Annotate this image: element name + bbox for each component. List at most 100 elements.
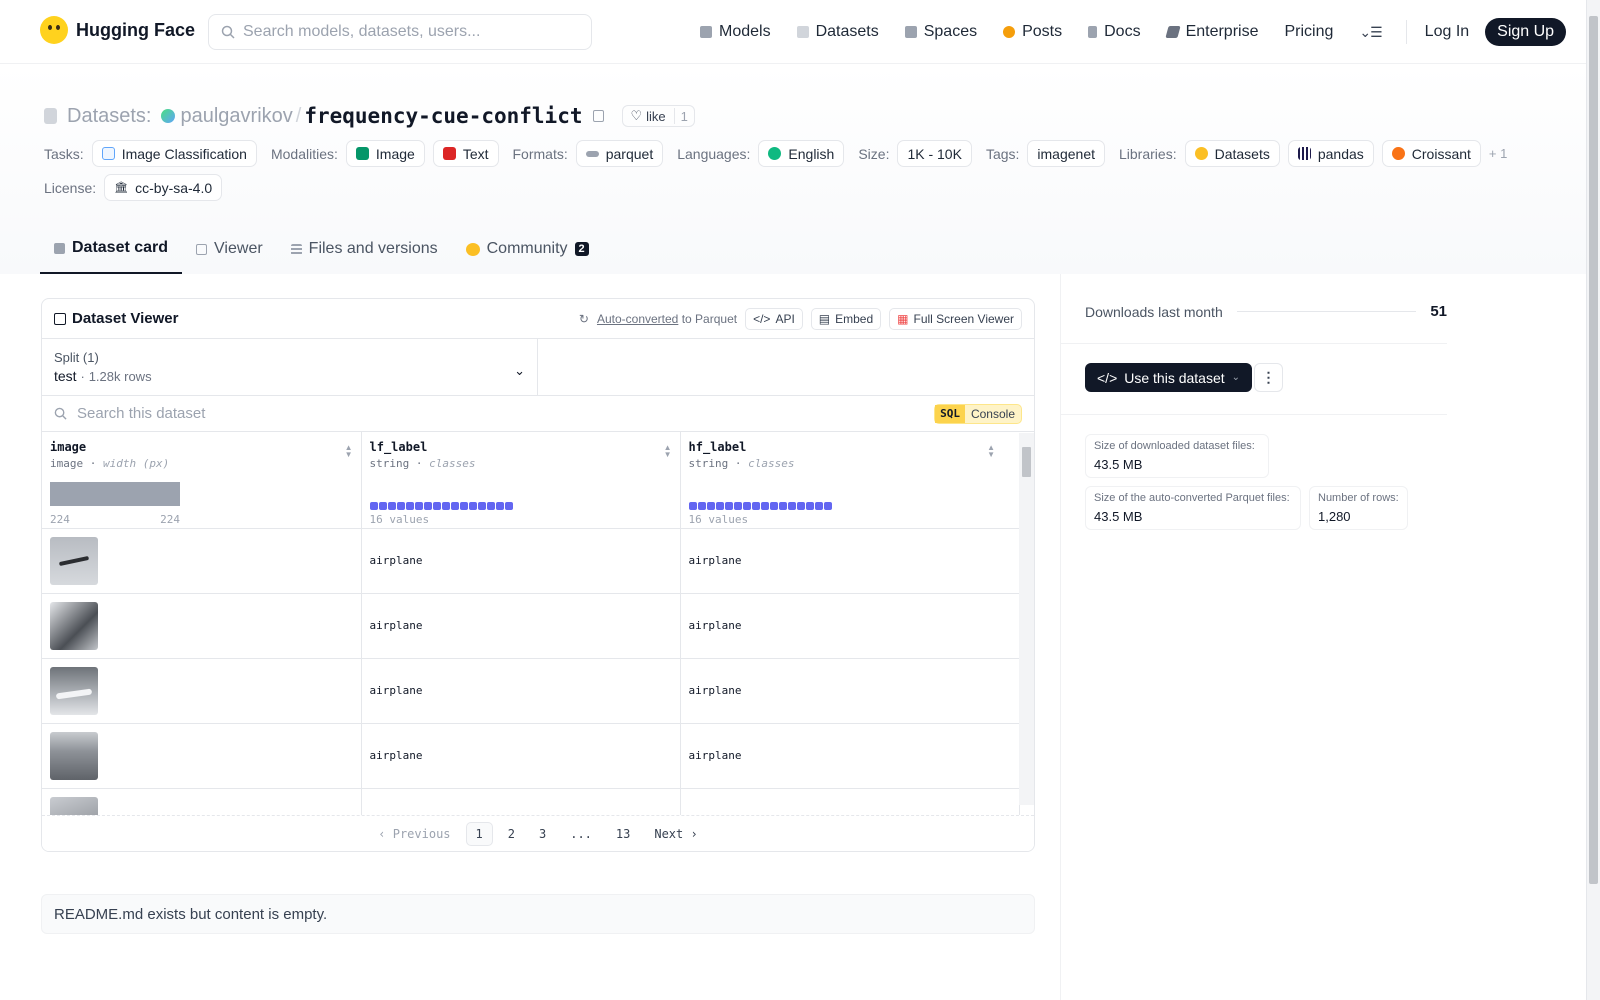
class-bar[interactable] <box>823 502 832 510</box>
table-row[interactable]: airplane airplane <box>42 723 1020 789</box>
page-13-button[interactable]: 13 <box>607 823 639 845</box>
previous-page-button[interactable]: ‹ Previous <box>369 823 459 845</box>
table-scrollbar[interactable] <box>1019 433 1034 805</box>
license-chip[interactable]: 🏛 cc-by-sa-4.0 <box>104 174 223 201</box>
libraries-more[interactable]: + 1 <box>1489 146 1507 161</box>
fullscreen-viewer-button[interactable]: ▦ Full Screen Viewer <box>889 307 1022 330</box>
sort-icon[interactable]: ▲ ▼ <box>664 444 672 459</box>
class-bar[interactable] <box>742 502 751 510</box>
class-bar[interactable] <box>396 502 405 510</box>
user-avatar[interactable] <box>161 109 176 123</box>
class-bar[interactable] <box>369 502 378 510</box>
global-search-input[interactable] <box>243 23 563 41</box>
modality-chip-image[interactable]: Image <box>345 140 425 167</box>
tab-dataset-card[interactable]: Dataset card <box>40 224 183 274</box>
class-bar[interactable] <box>414 502 423 510</box>
tab-community[interactable]: Community 2 <box>452 224 603 274</box>
format-chip[interactable]: parquet <box>575 140 664 167</box>
image-thumbnail[interactable] <box>50 731 98 780</box>
class-bar[interactable] <box>733 502 742 510</box>
next-page-button[interactable]: Next › <box>645 823 706 845</box>
tab-viewer[interactable]: Viewer <box>182 224 277 274</box>
table-row[interactable]: airplane airplane <box>42 528 1020 594</box>
sql-console-button[interactable]: SQL Console <box>934 403 1022 424</box>
class-bar[interactable] <box>706 502 715 510</box>
table-row[interactable]: airplane airplane <box>42 593 1020 659</box>
page-2-button[interactable]: 2 <box>499 823 524 845</box>
class-bar[interactable] <box>769 502 778 510</box>
nav-enterprise[interactable]: Enterprise <box>1164 23 1258 41</box>
global-search[interactable] <box>208 14 592 50</box>
class-bar[interactable] <box>715 502 724 510</box>
dataset-search[interactable]: Search this dataset SQL Console <box>42 396 1034 432</box>
class-bar[interactable] <box>760 502 769 510</box>
class-bar[interactable] <box>751 502 760 510</box>
class-bar[interactable] <box>486 502 495 510</box>
class-bar[interactable] <box>805 502 814 510</box>
owner-link[interactable]: paulgavrikov <box>180 105 292 128</box>
page-1-button[interactable]: 1 <box>465 821 493 846</box>
class-bar[interactable] <box>468 502 477 510</box>
class-bar[interactable] <box>387 502 396 510</box>
tab-files[interactable]: Files and versions <box>277 224 452 274</box>
table-row[interactable]: airplane airplane <box>42 658 1020 724</box>
sort-icon[interactable]: ▲ ▼ <box>345 444 353 459</box>
scrollbar-thumb[interactable] <box>1022 447 1031 477</box>
page-scrollbar-thumb[interactable] <box>1589 16 1598 884</box>
class-bar[interactable] <box>814 502 823 510</box>
class-bar[interactable] <box>688 502 697 510</box>
column-header-hf-label[interactable]: hf_label string · classes ▲ ▼ 16 values <box>680 432 1019 529</box>
use-this-dataset-button[interactable]: </> Use this dataset ⌄ <box>1085 363 1253 392</box>
image-thumbnail[interactable] <box>50 536 98 585</box>
task-chip[interactable]: Image Classification <box>91 140 257 167</box>
class-bar[interactable] <box>787 502 796 510</box>
size-chip[interactable]: 1K - 10K <box>897 140 972 167</box>
more-options-icon[interactable]: ⋮ <box>1254 363 1283 392</box>
copy-icon[interactable] <box>592 110 604 122</box>
image-thumbnail[interactable] <box>50 601 98 650</box>
dataset-search-placeholder[interactable]: Search this dataset <box>77 405 205 422</box>
class-bar[interactable] <box>441 502 450 510</box>
nav-docs[interactable]: Docs <box>1088 23 1141 41</box>
signup-button[interactable]: Sign Up <box>1485 18 1567 46</box>
class-bar[interactable] <box>423 502 432 510</box>
class-bar[interactable] <box>405 502 414 510</box>
library-chip-croissant[interactable]: Croissant <box>1381 140 1481 167</box>
class-bar[interactable] <box>459 502 468 510</box>
embed-button[interactable]: ▤ Embed <box>810 307 882 330</box>
class-bar[interactable] <box>778 502 787 510</box>
nav-datasets[interactable]: Datasets <box>796 23 879 41</box>
class-bar[interactable] <box>450 502 459 510</box>
auto-converted-link[interactable]: Auto-converted <box>597 312 678 326</box>
nav-posts[interactable]: Posts <box>1003 23 1062 41</box>
more-menu-icon[interactable]: ⌄☰ <box>1359 24 1382 41</box>
class-bar[interactable] <box>378 502 387 510</box>
library-chip-datasets[interactable]: Datasets <box>1184 140 1280 167</box>
class-bar[interactable] <box>504 502 513 510</box>
image-thumbnail[interactable] <box>50 666 98 715</box>
class-bar[interactable] <box>724 502 733 510</box>
class-bar[interactable] <box>697 502 706 510</box>
class-bar[interactable] <box>477 502 486 510</box>
nav-models[interactable]: Models <box>700 23 771 41</box>
column-header-lf-label[interactable]: lf_label string · classes ▲ ▼ 16 values <box>361 432 681 529</box>
language-chip[interactable]: English <box>758 140 845 167</box>
class-bar[interactable] <box>432 502 441 510</box>
tag-chip[interactable]: imagenet <box>1027 140 1105 167</box>
login-link[interactable]: Log In <box>1425 23 1469 41</box>
page-scrollbar[interactable] <box>1586 0 1600 1000</box>
column-header-image[interactable]: image image · width (px) ▲ ▼ 224 224 <box>42 432 362 529</box>
api-button[interactable]: </> API <box>745 307 803 330</box>
split-selector[interactable]: Split (1) test · 1.28k rows ⌄ <box>42 339 538 395</box>
class-bar[interactable] <box>796 502 805 510</box>
sort-icon[interactable]: ▲ ▼ <box>987 444 995 459</box>
like-button[interactable]: ♡ like 1 <box>621 105 695 127</box>
library-chip-pandas[interactable]: pandas <box>1287 140 1374 167</box>
brand-logo[interactable]: Hugging Face <box>40 16 195 44</box>
nav-pricing[interactable]: Pricing <box>1284 23 1333 41</box>
nav-spaces[interactable]: Spaces <box>904 23 977 41</box>
class-bar[interactable] <box>495 502 504 510</box>
modality-chip-text[interactable]: Text <box>432 140 499 167</box>
dataset-name[interactable]: frequency-cue-conflict <box>304 104 582 128</box>
page-3-button[interactable]: 3 <box>530 823 555 845</box>
